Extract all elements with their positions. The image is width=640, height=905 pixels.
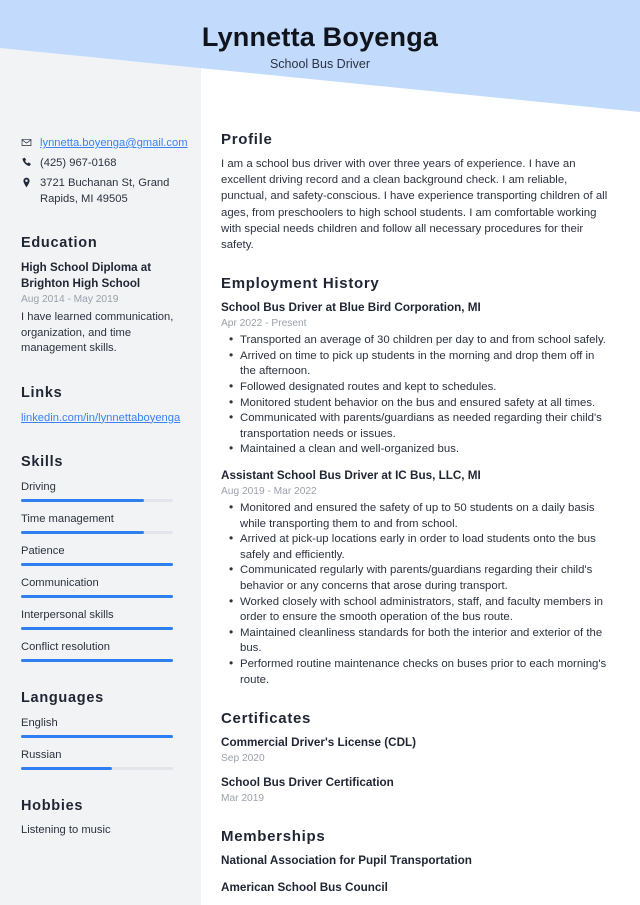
contact-address-row: 3721 Buchanan St, Grand Rapids, MI 49505 xyxy=(21,176,187,207)
membership-item: American School Bus Council xyxy=(221,881,388,895)
skill-item: Time management xyxy=(21,511,187,534)
bullet-item: Arrived at pick-up locations early in or… xyxy=(221,531,612,563)
membership-item: National Association for Pupil Transport… xyxy=(221,854,472,868)
bullet-item: Maintained cleanliness standards for bot… xyxy=(221,625,612,657)
skills-list: Driving Time management Patience Communi… xyxy=(21,479,187,662)
hobbies-text: Listening to music xyxy=(21,823,111,836)
skill-label: Patience xyxy=(21,544,65,557)
language-level-fill xyxy=(21,734,173,738)
certificate-name: School Bus Driver Certification xyxy=(221,776,394,790)
skill-level-fill xyxy=(21,658,173,662)
skill-item: Patience xyxy=(21,543,187,566)
employment-title: School Bus Driver at Blue Bird Corporati… xyxy=(221,301,481,315)
certificate-date: Mar 2019 xyxy=(221,793,265,805)
language-level-fill xyxy=(21,766,113,770)
hobbies-heading: Hobbies xyxy=(21,797,84,814)
skill-label: Time management xyxy=(21,512,114,525)
links-heading: Links xyxy=(21,384,63,401)
bullet-item: Monitored student behavior on the bus an… xyxy=(221,395,612,412)
education-description: I have learned communication, organizati… xyxy=(21,311,174,354)
education-heading: Education xyxy=(21,235,98,251)
employment-heading: Employment History xyxy=(221,275,380,293)
envelope-icon xyxy=(21,136,36,148)
links-list: linkedin.com/in/lynnettaboyenga xyxy=(21,410,187,426)
skill-level-track xyxy=(21,562,173,566)
header-text-block: Lynnetta Boyenga School Bus Driver xyxy=(0,0,640,115)
profile-text: I am a school bus driver with over three… xyxy=(221,158,608,252)
employment-date: Aug 2019 - Mar 2022 xyxy=(221,485,317,497)
certificates-section: Certificates Commercial Driver's License… xyxy=(221,710,612,806)
employment-entry: School Bus Driver at Blue Bird Corporati… xyxy=(221,300,612,458)
employment-title: Assistant School Bus Driver at IC Bus, L… xyxy=(221,468,481,482)
bullet-item: Monitored and ensured the safety of up t… xyxy=(221,500,612,532)
bullet-item: Followed designated routes and kept to s… xyxy=(221,379,612,396)
skill-label: Driving xyxy=(21,480,56,493)
bullet-item: Transported an average of 30 children pe… xyxy=(221,332,612,349)
skill-level-track xyxy=(21,626,173,630)
skill-level-track xyxy=(21,658,173,662)
skill-level-fill xyxy=(21,562,173,566)
employment-bullets: Transported an average of 30 children pe… xyxy=(221,332,612,458)
resume-page: Lynnetta Boyenga School Bus Driver lynne… xyxy=(0,0,640,905)
memberships-heading: Memberships xyxy=(221,828,326,846)
languages-heading: Languages xyxy=(21,689,104,706)
linkedin-link[interactable]: linkedin.com/in/lynnettaboyenga xyxy=(21,412,180,424)
education-date: Aug 2014 - May 2019 xyxy=(21,294,119,305)
contact-address-text: 3721 Buchanan St, Grand Rapids, MI 49505 xyxy=(40,177,170,205)
language-label: Russian xyxy=(21,748,62,761)
bullet-item: Communicated regularly with parents/guar… xyxy=(221,562,612,594)
certificate-item: Commercial Driver's License (CDL) Sep 20… xyxy=(221,735,612,766)
contact-phone-text: (425) 967-0168 xyxy=(40,157,117,169)
job-title-subtitle: School Bus Driver xyxy=(269,57,371,71)
certificate-item: School Bus Driver Certification Mar 2019 xyxy=(221,775,612,806)
memberships-section: Memberships National Association for Pup… xyxy=(221,828,612,896)
certificate-name: Commercial Driver's License (CDL) xyxy=(221,736,417,750)
location-pin-icon xyxy=(21,176,36,188)
skill-level-track xyxy=(21,498,173,502)
skill-level-fill xyxy=(21,498,145,502)
contact-email-text: lynnetta.boyenga@gmail.com xyxy=(36,136,188,152)
skill-level-track xyxy=(21,530,173,534)
employment-bullets: Monitored and ensured the safety of up t… xyxy=(221,500,612,688)
skill-label: Communication xyxy=(21,576,99,589)
bullet-item: Worked closely with school administrator… xyxy=(221,594,612,626)
language-level-track xyxy=(21,734,173,738)
skill-level-fill xyxy=(21,626,173,630)
language-level-track xyxy=(21,766,173,770)
contact-phone-row: (425) 967-0168 xyxy=(21,156,187,173)
languages-list: English Russian xyxy=(21,715,187,770)
phone-icon xyxy=(21,156,36,168)
employment-section: Employment History School Bus Driver at … xyxy=(221,275,612,688)
main-content: Profile I am a school bus driver with ov… xyxy=(201,0,640,905)
skill-level-track xyxy=(21,594,173,598)
skill-level-fill xyxy=(21,594,173,598)
skill-item: Communication xyxy=(21,575,187,598)
language-label: English xyxy=(21,716,58,729)
skill-item: Interpersonal skills xyxy=(21,607,187,630)
certificates-heading: Certificates xyxy=(221,710,312,728)
sidebar-content: lynnetta.boyenga@gmail.com (425) 967-016… xyxy=(0,0,201,838)
profile-heading: Profile xyxy=(221,131,273,148)
employment-entry: Assistant School Bus Driver at IC Bus, L… xyxy=(221,468,612,688)
skill-label: Interpersonal skills xyxy=(21,608,114,621)
skill-item: Conflict resolution xyxy=(21,639,187,662)
email-link[interactable]: lynnetta.boyenga@gmail.com xyxy=(40,137,188,149)
employment-date: Apr 2022 - Present xyxy=(221,318,307,330)
bullet-item: Performed routine maintenance checks on … xyxy=(221,656,612,688)
language-item: English xyxy=(21,715,187,738)
skill-level-fill xyxy=(21,530,145,534)
education-degree: High School Diploma at Brighton High Sch… xyxy=(21,261,152,290)
skill-label: Conflict resolution xyxy=(21,640,110,653)
page-title: Lynnetta Boyenga xyxy=(201,22,439,52)
bullet-item: Communicated with parents/guardians as n… xyxy=(221,410,612,442)
contact-email-row: lynnetta.boyenga@gmail.com xyxy=(21,136,188,153)
bullet-item: Maintained a clean and well-organized bu… xyxy=(221,441,612,458)
language-item: Russian xyxy=(21,747,187,770)
bullet-item: Arrived on time to pick up students in t… xyxy=(221,348,612,380)
skills-heading: Skills xyxy=(21,453,64,470)
skill-item: Driving xyxy=(21,479,187,502)
certificate-date: Sep 2020 xyxy=(221,753,265,765)
profile-section: Profile I am a school bus driver with ov… xyxy=(221,131,612,253)
education-entry: High School Diploma at Brighton High Sch… xyxy=(21,260,187,357)
